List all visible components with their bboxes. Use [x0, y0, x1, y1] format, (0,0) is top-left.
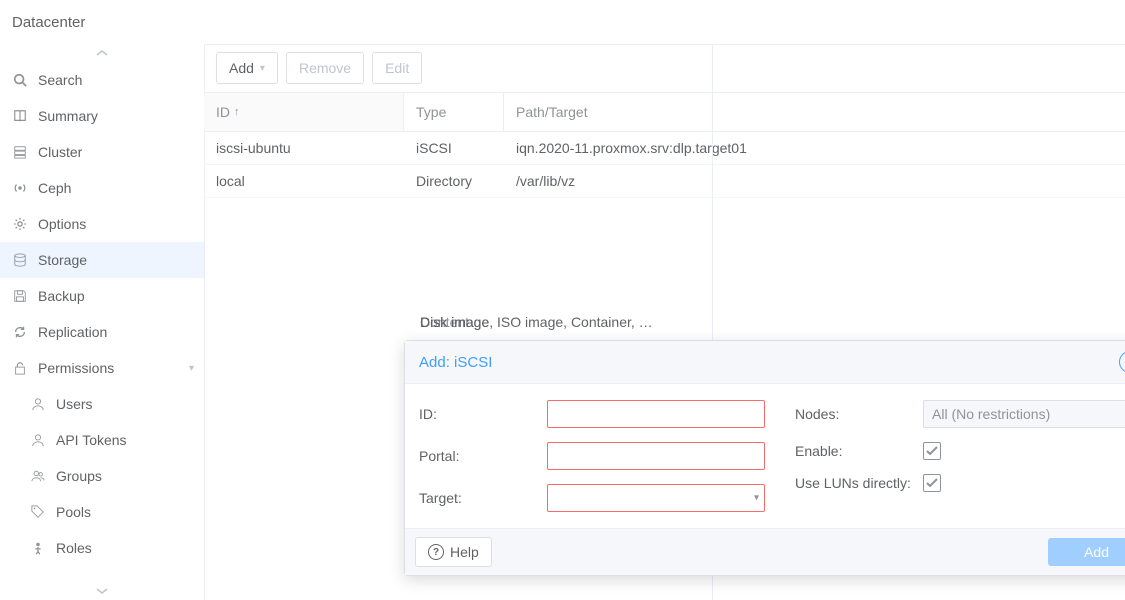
cell-id: iscsi-ubuntu [204, 132, 404, 164]
sidebar-item-summary[interactable]: Summary [0, 98, 204, 134]
help-button[interactable]: ? Help [415, 537, 492, 567]
sidebar-item-label: Cluster [38, 144, 82, 160]
sidebar-item-label: Search [38, 72, 82, 88]
page-title: Datacenter [12, 14, 85, 31]
sidebar-item-permissions[interactable]: Permissions ▾ [0, 350, 204, 386]
sidebar-item-ceph[interactable]: Ceph [0, 170, 204, 206]
tags-icon [28, 505, 48, 519]
chevron-down-icon: ▾ [260, 63, 265, 74]
target-label: Target: [419, 489, 547, 507]
sidebar-item-users[interactable]: Users [0, 386, 204, 422]
sidebar-item-replication[interactable]: Replication [0, 314, 204, 350]
help-button-label: Help [450, 544, 479, 560]
table-row[interactable]: localDirectoryDisk image, ISO image, Con… [204, 165, 1125, 198]
column-header-id[interactable]: ID ↑ [204, 93, 404, 131]
cell-id: local [204, 165, 404, 197]
sidebar-scroll-down[interactable] [0, 582, 204, 600]
add-button[interactable]: Add ▾ [216, 52, 278, 84]
users-icon [28, 469, 48, 483]
sidebar-item-storage[interactable]: Storage [0, 242, 204, 278]
sidebar: Search Summary Cluster Ceph Options Storage Ba… [0, 44, 205, 600]
edit-button-label: Edit [385, 60, 409, 76]
sidebar-item-label: API Tokens [56, 432, 127, 448]
add-iscsi-dialog: Add: iSCSI ID: Portal: [404, 340, 1125, 576]
server-icon [10, 145, 30, 159]
sidebar-scroll-up[interactable] [0, 44, 204, 62]
sidebar-item-options[interactable]: Options [0, 206, 204, 242]
sidebar-item-pools[interactable]: Pools [0, 494, 204, 530]
nodes-label: Nodes: [795, 405, 923, 423]
sidebar-item-roles[interactable]: Roles [0, 530, 204, 566]
add-button-label: Add [229, 60, 254, 76]
id-field[interactable] [547, 400, 765, 428]
person-icon [28, 541, 48, 555]
chevron-down-icon: ▾ [189, 363, 194, 374]
id-label: ID: [419, 405, 547, 423]
check-icon [926, 445, 938, 457]
use-luns-label: Use LUNs directly: [795, 474, 923, 492]
refresh-icon [10, 325, 30, 339]
close-button[interactable] [1119, 351, 1125, 373]
key-icon [28, 433, 48, 447]
chevron-up-icon [96, 49, 108, 57]
dialog-add-button-label: Add [1084, 544, 1109, 560]
remove-button[interactable]: Remove [286, 52, 364, 84]
sidebar-item-label: Replication [38, 324, 107, 340]
remove-button-label: Remove [299, 60, 351, 76]
check-icon [926, 477, 938, 489]
nodes-select[interactable]: All (No restrictions) [923, 400, 1125, 428]
sidebar-item-label: Storage [38, 252, 87, 268]
target-select[interactable] [547, 484, 765, 512]
sidebar-item-label: Permissions [38, 360, 114, 376]
broadcast-icon [10, 181, 30, 195]
user-icon [28, 397, 48, 411]
sidebar-item-api-tokens[interactable]: API Tokens [0, 422, 204, 458]
chevron-down-icon [96, 587, 108, 595]
unlock-icon [10, 361, 30, 375]
portal-field[interactable] [547, 442, 765, 470]
column-header-id-label: ID [216, 104, 230, 120]
sidebar-item-label: Users [56, 396, 93, 412]
sidebar-item-label: Roles [56, 540, 92, 556]
dialog-add-button[interactable]: Add [1048, 538, 1125, 566]
sidebar-item-label: Ceph [38, 180, 71, 196]
sort-asc-icon: ↑ [234, 106, 240, 118]
sidebar-item-label: Groups [56, 468, 102, 484]
search-icon [10, 73, 30, 87]
sidebar-item-backup[interactable]: Backup [0, 278, 204, 314]
enable-label: Enable: [795, 442, 923, 460]
dialog-title: Add: iSCSI [419, 354, 492, 371]
nodes-value: All (No restrictions) [932, 406, 1050, 422]
save-icon [10, 289, 30, 303]
sidebar-item-label: Options [38, 216, 86, 232]
enable-checkbox[interactable] [923, 442, 941, 460]
sidebar-item-label: Summary [38, 108, 98, 124]
sidebar-item-groups[interactable]: Groups [0, 458, 204, 494]
sidebar-item-search[interactable]: Search [0, 62, 204, 98]
book-icon [10, 109, 30, 123]
question-icon: ? [428, 544, 444, 560]
gear-icon [10, 217, 30, 231]
sidebar-item-cluster[interactable]: Cluster [0, 134, 204, 170]
database-icon [10, 253, 30, 267]
sidebar-item-label: Backup [38, 288, 85, 304]
use-luns-checkbox[interactable] [923, 474, 941, 492]
portal-label: Portal: [419, 447, 547, 465]
sidebar-item-label: Pools [56, 504, 91, 520]
